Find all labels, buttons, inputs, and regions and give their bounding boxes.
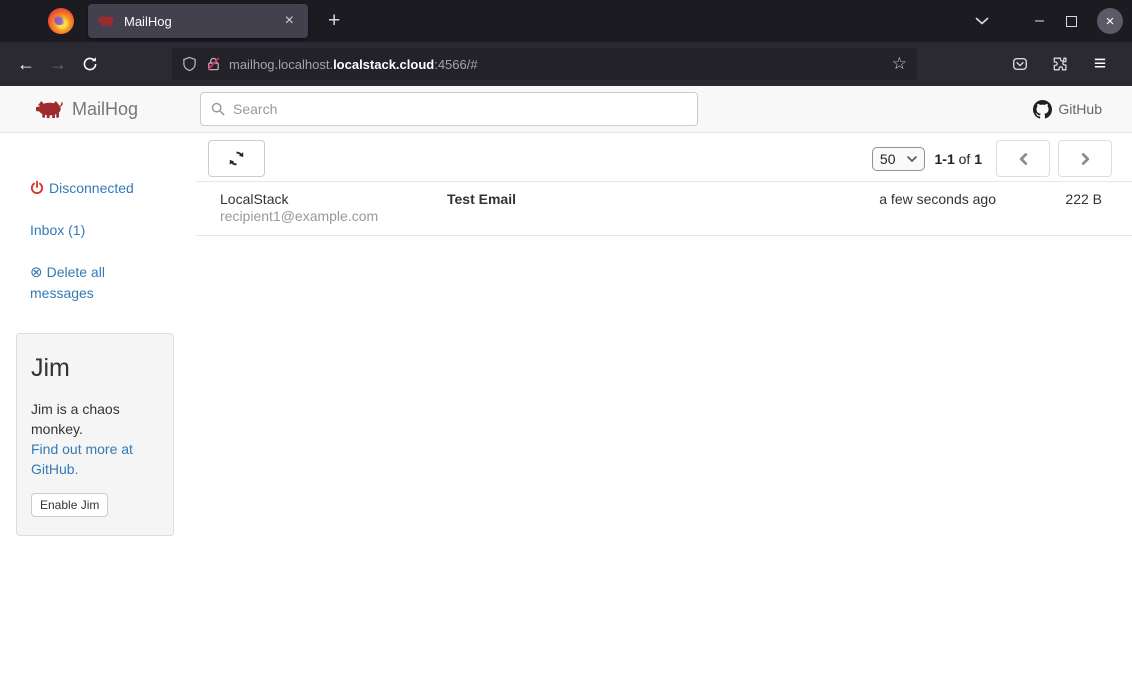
reload-button[interactable] (74, 48, 106, 80)
select-chevron-down-icon (907, 156, 917, 162)
tab-title: MailHog (124, 14, 281, 29)
previous-page-button[interactable] (996, 140, 1050, 177)
message-time: a few seconds ago (879, 191, 996, 224)
url-suffix: :4566/# (434, 57, 477, 72)
github-octocat-icon (1033, 100, 1052, 119)
power-icon (30, 180, 44, 195)
inbox-label: Inbox (1) (30, 222, 85, 238)
bookmark-star-icon[interactable]: ☆ (892, 54, 907, 74)
mailhog-favicon-icon (98, 15, 115, 27)
list-tabs-chevron-icon[interactable] (975, 17, 989, 25)
message-recipient: recipient1@example.com (220, 208, 447, 224)
enable-jim-button[interactable]: Enable Jim (31, 493, 108, 517)
range-values: 1-1 (935, 151, 955, 167)
mailhog-header: MailHog GitHub (0, 86, 1132, 133)
back-button[interactable]: ← (10, 48, 42, 80)
next-page-button[interactable] (1058, 140, 1112, 177)
window-close-button[interactable]: × (1097, 8, 1123, 34)
jim-description: Jim is a chaos monkey. (31, 399, 159, 439)
app-body: Disconnected Inbox (1) ⊗Delete all messa… (0, 133, 1132, 693)
list-toolbar: 50 1-1 of 1 (196, 140, 1132, 182)
chevron-left-icon (1018, 152, 1029, 166)
chevron-right-icon (1080, 152, 1091, 166)
brand-title: MailHog (72, 99, 138, 120)
sidebar-item-delete-all[interactable]: ⊗Delete all messages (30, 262, 152, 303)
page-size-value: 50 (880, 151, 896, 167)
sidebar: Disconnected Inbox (1) ⊗Delete all messa… (0, 133, 196, 693)
browser-tab[interactable]: MailHog × (88, 4, 308, 38)
github-label: GitHub (1058, 101, 1102, 117)
jim-panel: Jim Jim is a chaos monkey. Find out more… (16, 333, 174, 536)
message-sender: LocalStack (220, 191, 447, 207)
new-tab-button[interactable]: + (328, 11, 340, 31)
url-domain: localstack.cloud (333, 57, 434, 72)
browser-navbar: ← → mailhog.localhost.localstack.cloud:4… (0, 42, 1132, 86)
menu-hamburger-icon[interactable]: ≡ (1084, 48, 1116, 80)
connection-status-label: Disconnected (49, 180, 134, 196)
message-list-area: 50 1-1 of 1 (196, 133, 1132, 693)
github-link[interactable]: GitHub (1033, 100, 1102, 119)
message-subject: Test Email (447, 191, 879, 224)
navbar-right-icons: ≡ (1004, 48, 1116, 80)
range-of-label: of (959, 151, 971, 167)
message-sender-block: LocalStack recipient1@example.com (220, 191, 447, 224)
search-input[interactable] (233, 101, 687, 117)
hamburger-glyph: ≡ (1094, 52, 1106, 76)
sidebar-item-inbox[interactable]: Inbox (1) (30, 220, 152, 240)
pagination-controls: 50 1-1 of 1 (872, 140, 1112, 177)
jim-github-link[interactable]: Find out more at GitHub. (31, 439, 159, 479)
search-icon (211, 102, 225, 116)
message-size: 222 B (996, 191, 1102, 224)
pagination-range: 1-1 of 1 (935, 151, 983, 167)
browser-titlebar: MailHog × + – × (0, 0, 1132, 42)
tab-close-icon[interactable]: × (281, 11, 298, 31)
mailhog-brand[interactable]: MailHog (36, 99, 186, 120)
delete-all-icon: ⊗ (30, 264, 43, 281)
window-maximize-button[interactable] (1066, 16, 1077, 27)
sidebar-item-connection-status[interactable]: Disconnected (30, 178, 152, 198)
refresh-button[interactable] (208, 140, 265, 177)
refresh-icon (228, 150, 245, 167)
window-close-icon: × (1106, 13, 1115, 30)
range-total: 1 (974, 151, 982, 167)
tracking-shield-icon[interactable] (182, 56, 197, 72)
url-text: mailhog.localhost.localstack.cloud:4566/… (229, 57, 478, 72)
message-row[interactable]: LocalStack recipient1@example.com Test E… (196, 182, 1132, 236)
page-size-select[interactable]: 50 (872, 147, 925, 171)
mailhog-logo-icon (36, 100, 63, 119)
jim-title: Jim (31, 354, 159, 383)
url-bar[interactable]: mailhog.localhost.localstack.cloud:4566/… (172, 48, 917, 80)
firefox-icon[interactable] (48, 8, 74, 34)
forward-button: → (42, 48, 74, 80)
search-box[interactable] (200, 92, 698, 126)
extensions-puzzle-icon[interactable] (1044, 48, 1076, 80)
permissions-badge-icon[interactable] (1004, 48, 1036, 80)
window-minimize-button[interactable]: – (1035, 12, 1044, 30)
insecure-lock-icon[interactable] (206, 56, 221, 72)
url-prefix: mailhog.localhost. (229, 57, 333, 72)
